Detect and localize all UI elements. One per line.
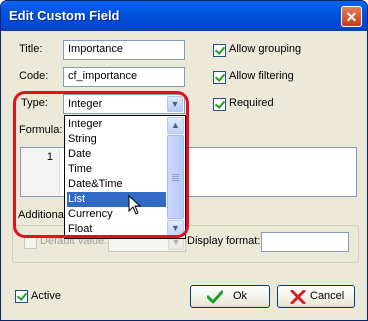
active-label: Active: [31, 290, 61, 302]
allow-grouping-checkbox[interactable]: [213, 44, 226, 57]
annotation-highlight: [13, 91, 189, 238]
green-checkmark-icon: [207, 290, 223, 304]
edit-custom-field-dialog: Edit Custom Field ✕ Title: Importance Co…: [0, 0, 368, 321]
ok-button[interactable]: Ok: [190, 285, 270, 308]
allow-filtering-checkbox[interactable]: [213, 71, 226, 84]
dialog-body: Title: Importance Code: cf_importance Ty…: [4, 31, 364, 317]
allow-grouping-label: Allow grouping: [229, 43, 302, 55]
close-icon: ✕: [345, 9, 358, 25]
title-bar[interactable]: Edit Custom Field ✕: [1, 1, 367, 31]
allow-filtering-label: Allow filtering: [229, 70, 294, 82]
close-button[interactable]: ✕: [341, 6, 362, 27]
display-format-input[interactable]: [261, 232, 349, 252]
ok-label: Ok: [233, 290, 248, 302]
required-checkbox[interactable]: [213, 98, 226, 111]
cancel-button[interactable]: Cancel: [277, 285, 355, 308]
code-input[interactable]: cf_importance: [63, 67, 185, 87]
title-label: Title:: [19, 43, 43, 55]
required-label: Required: [229, 97, 274, 109]
active-checkbox[interactable]: [15, 290, 28, 303]
dialog-title: Edit Custom Field: [9, 8, 120, 23]
red-x-icon: [290, 290, 306, 304]
cancel-label: Cancel: [310, 290, 345, 302]
title-input[interactable]: Importance: [63, 40, 185, 60]
display-format-label: Display format:: [187, 235, 261, 247]
code-label: Code:: [19, 70, 49, 82]
mouse-pointer-icon: [128, 195, 142, 215]
